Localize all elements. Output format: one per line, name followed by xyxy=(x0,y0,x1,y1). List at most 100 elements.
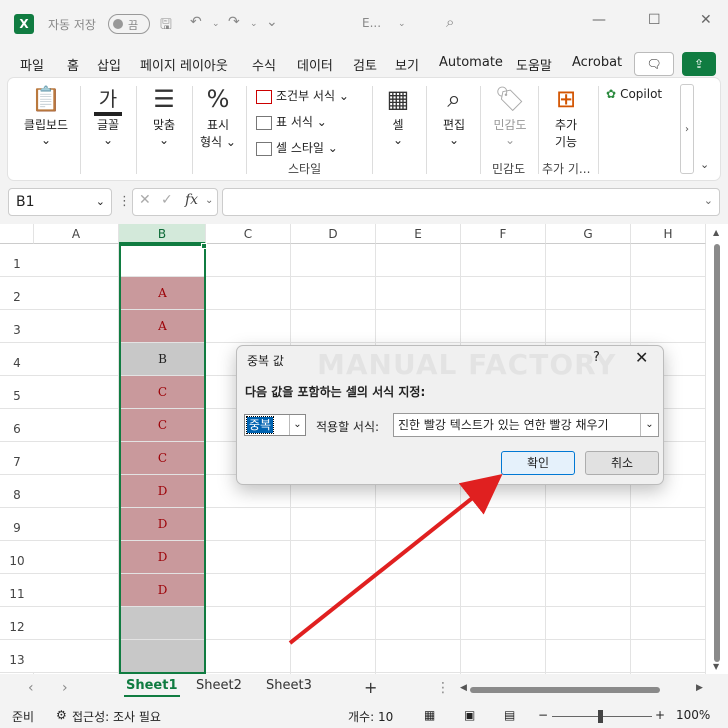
close-window-icon[interactable]: ✕ xyxy=(700,12,712,28)
file-dropdown-icon[interactable]: ⌄ xyxy=(398,19,406,29)
cell-style-button[interactable]: 셀 스타일 ⌄ xyxy=(256,139,338,156)
zoom-in-icon[interactable]: + xyxy=(655,708,665,722)
tab-formulas[interactable]: 수식 xyxy=(252,55,276,74)
col-header-f[interactable]: F xyxy=(461,224,546,244)
row-header[interactable]: 10 xyxy=(0,541,34,574)
zoom-level[interactable]: 100% xyxy=(676,708,710,722)
redo-icon[interactable]: ↷ xyxy=(228,14,240,30)
close-icon[interactable]: ✕ xyxy=(635,348,648,367)
page-break-view-icon[interactable]: ▤ xyxy=(504,708,515,722)
zoom-out-icon[interactable]: − xyxy=(538,708,548,722)
confirm-icon[interactable]: ✓ xyxy=(161,192,173,208)
chevron-down-icon[interactable]: ⌄ xyxy=(289,415,305,435)
addins-button[interactable]: ⊞ 추가 기능 xyxy=(544,84,588,150)
tab-view[interactable]: 보기 xyxy=(395,55,419,74)
sheet-options-icon[interactable]: ⋮ xyxy=(436,680,450,696)
row-header[interactable]: 11 xyxy=(0,574,34,607)
vertical-scroll-thumb[interactable] xyxy=(714,244,720,662)
number-format-button[interactable]: % 표시 형식 ⌄ xyxy=(196,84,240,150)
autosave-toggle[interactable]: 끔 xyxy=(108,14,150,34)
tab-review[interactable]: 검토 xyxy=(353,55,377,74)
more-icon[interactable]: ⋮ xyxy=(118,194,131,209)
formula-input[interactable]: ⌄ xyxy=(222,188,720,216)
clipboard-button[interactable]: 📋 클립보드 ⌄ xyxy=(18,84,74,147)
ribbon-collapse-icon[interactable]: ⌄ xyxy=(700,158,709,171)
undo-icon[interactable]: ↶ xyxy=(190,14,202,30)
copilot-button[interactable]: ✿ Copilot xyxy=(606,87,662,101)
row-header[interactable]: 6 xyxy=(0,409,34,442)
search-icon[interactable]: ⌕ xyxy=(446,13,454,31)
maximize-icon[interactable]: ☐ xyxy=(648,12,661,28)
scroll-down-icon[interactable]: ▼ xyxy=(713,662,719,671)
scroll-up-icon[interactable]: ▲ xyxy=(713,228,719,237)
tab-data[interactable]: 데이터 xyxy=(297,55,333,74)
cancel-icon[interactable]: ✕ xyxy=(139,192,151,208)
customize-icon[interactable]: ⌄ xyxy=(266,14,278,30)
insert-function-icon[interactable]: fx xyxy=(185,192,198,208)
col-header-c[interactable]: C xyxy=(206,224,291,244)
format-select[interactable]: 진한 빨강 텍스트가 있는 연한 빨강 채우기 ⌄ xyxy=(393,413,659,437)
tab-automate[interactable]: Automate xyxy=(439,55,503,70)
col-header-g[interactable]: G xyxy=(546,224,631,244)
tab-help[interactable]: 도움말 xyxy=(516,55,552,74)
row-header[interactable]: 8 xyxy=(0,475,34,508)
redo-dropdown-icon[interactable]: ⌄ xyxy=(250,19,258,29)
row-header[interactable]: 4 xyxy=(0,343,34,376)
row-header[interactable]: 9 xyxy=(0,508,34,541)
font-button[interactable]: 가 글꼴 ⌄ xyxy=(86,84,130,147)
tab-acrobat[interactable]: Acrobat xyxy=(572,55,622,70)
tab-page-layout[interactable]: 페이지 레이아웃 xyxy=(140,55,228,74)
next-sheet-icon[interactable]: › xyxy=(62,680,68,696)
row-header[interactable]: 12 xyxy=(0,607,34,640)
ok-button[interactable]: 확인 xyxy=(501,451,575,475)
undo-dropdown-icon[interactable]: ⌄ xyxy=(212,19,220,29)
vertical-scrollbar[interactable]: ▲ ▼ xyxy=(706,224,728,674)
tab-home[interactable]: 홈 xyxy=(66,55,80,80)
edit-button[interactable]: ⌕ 편집 ⌄ xyxy=(432,84,476,147)
col-header-d[interactable]: D xyxy=(291,224,376,244)
horizontal-scroll-thumb[interactable] xyxy=(470,687,660,693)
page-layout-view-icon[interactable]: ▣ xyxy=(464,708,475,722)
col-header-e[interactable]: E xyxy=(376,224,461,244)
accessibility-status[interactable]: 접근성: 조사 필요 xyxy=(72,708,161,725)
scroll-right-icon[interactable]: ▶ xyxy=(696,683,703,693)
table-format-button[interactable]: 표 서식 ⌄ xyxy=(256,113,327,130)
sheet-tab-1[interactable]: Sheet1 xyxy=(124,678,180,697)
fx-dropdown-icon[interactable]: ⌄ xyxy=(205,195,213,206)
save-icon[interactable]: 🖫 xyxy=(160,14,172,38)
sensitivity-button[interactable]: 🏷 민감도 ⌄ xyxy=(486,84,534,147)
expand-formula-icon[interactable]: ⌄ xyxy=(704,194,713,207)
row-header[interactable]: 1 xyxy=(0,244,34,277)
normal-view-icon[interactable]: ▦ xyxy=(424,708,435,722)
tab-insert[interactable]: 삽입 xyxy=(97,55,121,74)
chevron-down-icon[interactable]: ⌄ xyxy=(640,414,658,436)
align-button[interactable]: ☰ 맞춤 ⌄ xyxy=(142,84,186,147)
prev-sheet-icon[interactable]: ‹ xyxy=(28,680,34,696)
select-all-corner[interactable] xyxy=(0,224,34,244)
fill-handle[interactable] xyxy=(201,243,207,249)
sheet-tab-3[interactable]: Sheet3 xyxy=(266,678,312,693)
file-name[interactable]: E... xyxy=(362,16,381,30)
row-header[interactable]: 3 xyxy=(0,310,34,343)
accessibility-icon[interactable]: ⚙ xyxy=(56,708,67,722)
conditional-format-button[interactable]: 조건부 서식 ⌄ xyxy=(256,87,349,104)
row-header[interactable]: 13 xyxy=(0,640,34,673)
sheet-tab-2[interactable]: Sheet2 xyxy=(196,678,242,693)
add-sheet-icon[interactable]: + xyxy=(364,678,377,697)
col-header-a[interactable]: A xyxy=(34,224,119,244)
rule-type-select[interactable]: 중복 ⌄ xyxy=(244,414,306,436)
comment-button[interactable]: 🗨 xyxy=(634,52,674,76)
cells-button[interactable]: ▦ 셀 ⌄ xyxy=(380,84,416,147)
help-icon[interactable]: ? xyxy=(593,350,600,365)
share-button[interactable]: ⇪ xyxy=(682,52,716,76)
tab-file[interactable]: 파일 xyxy=(20,55,44,74)
col-header-b[interactable]: B xyxy=(119,224,206,244)
cancel-button[interactable]: 취소 xyxy=(585,451,659,475)
scroll-left-icon[interactable]: ◀ xyxy=(460,683,467,693)
chevron-down-icon[interactable]: ⌄ xyxy=(96,189,105,215)
minimize-icon[interactable]: — xyxy=(592,12,606,28)
row-header[interactable]: 2 xyxy=(0,277,34,310)
col-header-h[interactable]: H xyxy=(631,224,706,244)
name-box[interactable]: B1 ⌄ xyxy=(8,188,112,216)
zoom-slider-thumb[interactable] xyxy=(598,710,603,723)
